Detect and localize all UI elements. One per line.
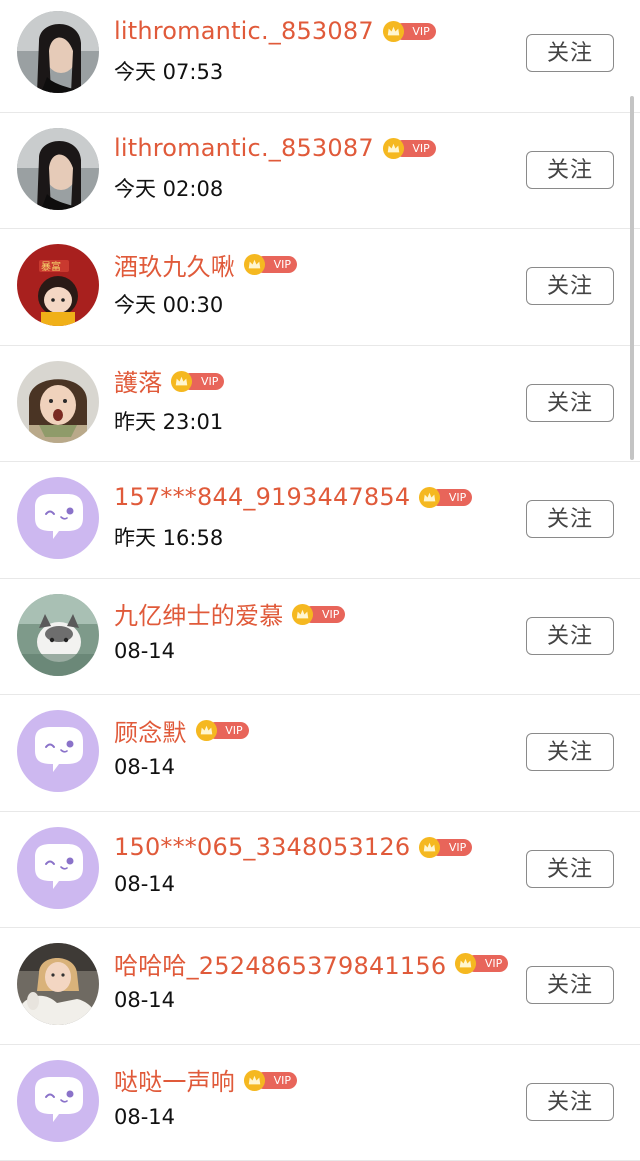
username[interactable]: 150***065_3348053126 (114, 833, 410, 861)
crown-icon (382, 20, 405, 43)
vip-badge: VIP (243, 253, 297, 275)
crown-icon (195, 719, 218, 742)
username[interactable]: 哒哒一声响 (114, 1062, 235, 1097)
svg-text:暴富: 暴富 (41, 260, 61, 273)
crown-icon (170, 370, 193, 393)
avatar[interactable] (17, 943, 99, 1025)
timestamp: 08-14 (114, 755, 175, 779)
avatar[interactable] (17, 361, 99, 443)
username[interactable]: 酒玖九久啾 (114, 247, 235, 282)
timestamp: 08-14 (114, 872, 175, 896)
follow-button[interactable]: 关注 (526, 500, 614, 538)
name-line: 九亿绅士的爱慕 VIP (114, 595, 345, 633)
username[interactable]: 護落 (114, 363, 162, 398)
timestamp: 昨天 23:01 (114, 406, 223, 436)
vip-badge: VIP (382, 20, 436, 42)
timestamp: 今天 02:08 (114, 173, 223, 203)
list-item[interactable]: 150***065_3348053126 VIP 08-14 关注 (0, 812, 640, 929)
vip-badge: VIP (454, 952, 508, 974)
name-line: 哈哈哈_2524865379841156 VIP (114, 944, 508, 982)
crown-icon (243, 253, 266, 276)
list-item[interactable]: lithromantic._853087 VIP 今天 07:53 关注 (0, 0, 640, 113)
list-item[interactable]: 護落 VIP 昨天 23:01 关注 (0, 346, 640, 463)
vip-badge: VIP (170, 370, 224, 392)
follow-button[interactable]: 关注 (526, 151, 614, 189)
name-line: 酒玖九久啾 VIP (114, 245, 297, 283)
name-line: lithromantic._853087 VIP (114, 129, 436, 167)
vip-badge: VIP (195, 719, 249, 741)
follow-button[interactable]: 关注 (526, 267, 614, 305)
avatar[interactable] (17, 128, 99, 210)
list-item[interactable]: lithromantic._853087 VIP 今天 02:08 关注 (0, 113, 640, 230)
timestamp: 08-14 (114, 988, 175, 1012)
username[interactable]: 哈哈哈_2524865379841156 (114, 946, 446, 981)
vip-badge: VIP (291, 603, 345, 625)
avatar[interactable] (17, 827, 99, 909)
timestamp: 08-14 (114, 1105, 175, 1129)
avatar[interactable] (17, 11, 99, 93)
follow-button[interactable]: 关注 (526, 1083, 614, 1121)
follow-button[interactable]: 关注 (526, 34, 614, 72)
name-line: lithromantic._853087 VIP (114, 12, 436, 50)
list-item[interactable]: 暴富 酒玖九久啾 VIP 今天 00:30 关注 (0, 229, 640, 346)
name-line: 150***065_3348053126 VIP (114, 828, 472, 866)
follower-list: lithromantic._853087 VIP 今天 07:53 关注 lit… (0, 0, 640, 1161)
timestamp: 今天 00:30 (114, 289, 223, 319)
list-item[interactable]: 哒哒一声响 VIP 08-14 关注 (0, 1045, 640, 1161)
scrollbar[interactable] (630, 96, 634, 460)
vip-badge: VIP (382, 137, 436, 159)
avatar[interactable] (17, 477, 99, 559)
crown-icon (243, 1069, 266, 1092)
follow-button[interactable]: 关注 (526, 617, 614, 655)
name-line: 顾念默 VIP (114, 711, 249, 749)
avatar[interactable] (17, 1060, 99, 1142)
follow-button[interactable]: 关注 (526, 733, 614, 771)
timestamp: 08-14 (114, 639, 175, 663)
name-line: 哒哒一声响 VIP (114, 1061, 297, 1099)
follow-button[interactable]: 关注 (526, 850, 614, 888)
list-item[interactable]: 九亿绅士的爱慕 VIP 08-14 关注 (0, 579, 640, 696)
timestamp: 今天 07:53 (114, 56, 223, 86)
crown-icon (291, 603, 314, 626)
username[interactable]: lithromantic._853087 (114, 134, 374, 162)
crown-icon (418, 486, 441, 509)
username[interactable]: 顾念默 (114, 713, 187, 748)
name-line: 護落 VIP (114, 362, 224, 400)
username[interactable]: 九亿绅士的爱慕 (114, 596, 283, 631)
vip-badge: VIP (418, 486, 472, 508)
username[interactable]: lithromantic._853087 (114, 17, 374, 45)
username[interactable]: 157***844_9193447854 (114, 483, 410, 511)
avatar[interactable] (17, 710, 99, 792)
follow-button[interactable]: 关注 (526, 384, 614, 422)
timestamp: 昨天 16:58 (114, 522, 223, 552)
vip-badge: VIP (243, 1069, 297, 1091)
avatar[interactable] (17, 594, 99, 676)
crown-icon (454, 952, 477, 975)
avatar[interactable]: 暴富 (17, 244, 99, 326)
crown-icon (418, 836, 441, 859)
name-line: 157***844_9193447854 VIP (114, 478, 472, 516)
vip-badge: VIP (418, 836, 472, 858)
crown-icon (382, 137, 405, 160)
list-item[interactable]: 哈哈哈_2524865379841156 VIP 08-14 关注 (0, 928, 640, 1045)
list-item[interactable]: 157***844_9193447854 VIP 昨天 16:58 关注 (0, 462, 640, 579)
follow-button[interactable]: 关注 (526, 966, 614, 1004)
list-item[interactable]: 顾念默 VIP 08-14 关注 (0, 695, 640, 812)
